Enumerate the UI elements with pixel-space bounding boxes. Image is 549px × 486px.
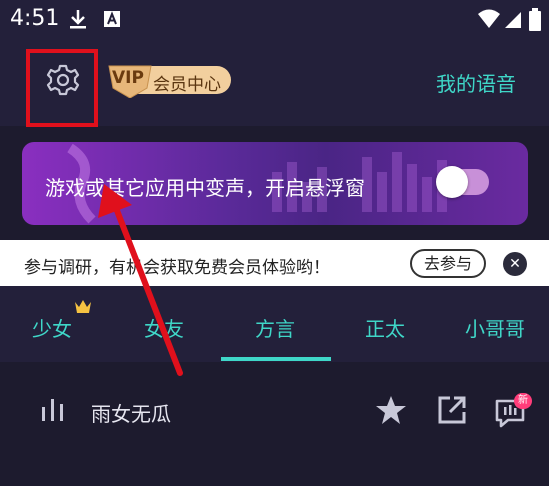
annotation-arrow [98, 184, 183, 376]
